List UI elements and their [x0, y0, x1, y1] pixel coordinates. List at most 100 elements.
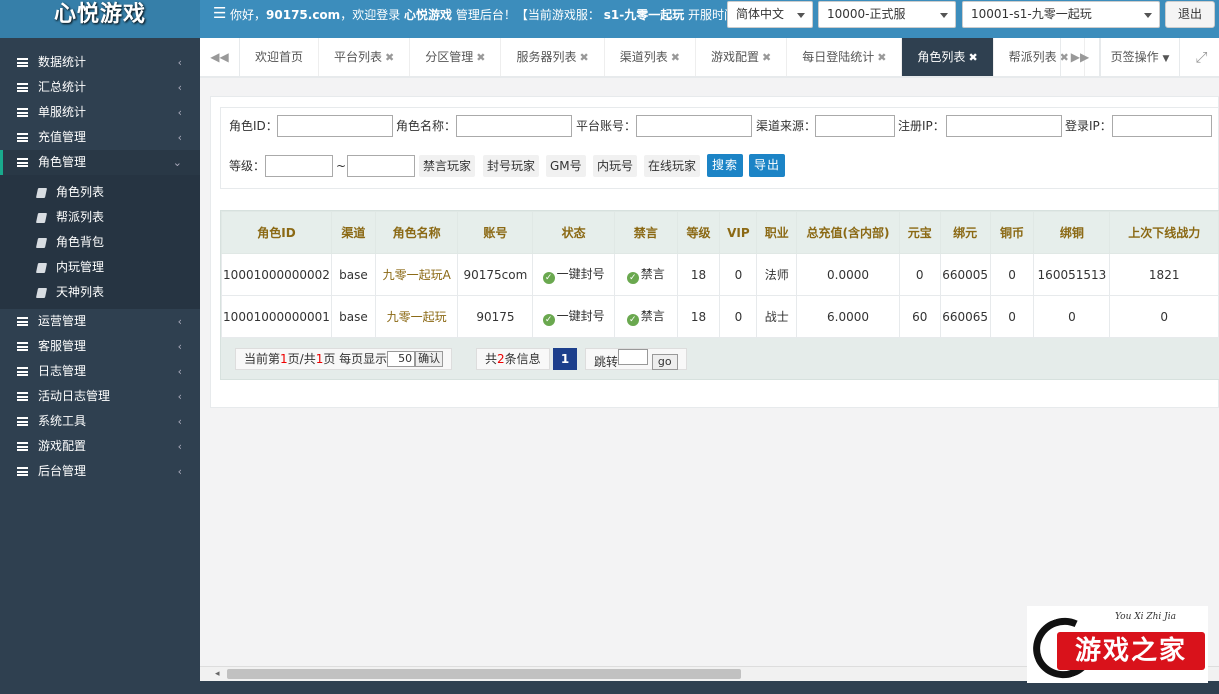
ban-action[interactable]: ✓ 一键封号	[542, 267, 605, 284]
sidebar-item-logs[interactable]: 日志管理 ‹	[0, 359, 200, 384]
close-icon[interactable]: ✖	[671, 51, 680, 64]
page-button-current[interactable]: 1	[553, 348, 577, 370]
tabs-scroll-left-icon[interactable]: ◀◀	[200, 38, 240, 76]
logout-button[interactable]: 退出	[1165, 1, 1215, 28]
banned-players-button[interactable]: 封号玩家	[483, 155, 540, 177]
ban-action[interactable]: ✓ 一键封号	[542, 309, 605, 326]
sidebar-subitem-guild-list[interactable]: 帮派列表	[0, 205, 200, 230]
close-icon[interactable]: ✖	[476, 51, 485, 64]
online-players-button[interactable]: 在线玩家	[644, 155, 701, 177]
sidebar-item-role-management[interactable]: 角色管理 ⌄	[0, 150, 200, 175]
app-logo: 心悦游戏	[0, 0, 200, 38]
check-circle-icon: ✓	[626, 272, 639, 284]
tab-role-list[interactable]: 角色列表 ✖	[902, 38, 994, 76]
sidebar-subitem-role-bag[interactable]: 角色背包	[0, 230, 200, 255]
internal-accounts-button[interactable]: 内玩号	[593, 155, 638, 177]
scroll-left-arrow-icon[interactable]: ◂	[215, 667, 220, 681]
tab-welcome[interactable]: 欢迎首页	[240, 38, 320, 76]
cell-class: 战士	[756, 295, 798, 338]
sidebar-item-game-config[interactable]: 游戏配置 ‹	[0, 434, 200, 459]
export-button[interactable]: 导出	[749, 154, 786, 177]
sidebar-item-recharge[interactable]: 充值管理 ‹	[0, 125, 200, 150]
chevron-left-icon: ‹	[177, 315, 182, 328]
menu-icon	[17, 417, 28, 426]
gm-accounts-button[interactable]: GM号	[546, 155, 586, 177]
per-page-input[interactable]: 50	[387, 351, 416, 367]
tab-server-list[interactable]: 服务器列表 ✖	[501, 38, 605, 76]
sidebar-item-data-stats[interactable]: 数据统计 ‹	[0, 50, 200, 75]
close-icon[interactable]: ✖	[580, 51, 589, 64]
register-ip-input[interactable]	[946, 115, 1062, 137]
cell-total-recharge: 6.0000	[796, 295, 900, 338]
tab-game-config[interactable]: 游戏配置 ✖	[696, 38, 788, 76]
table-row: 10001000000001 base 九零一起玩 90175 ✓ 一键封号 ✓ 禁…	[221, 295, 1219, 338]
role-table: 角色ID 渠道 角色名称 账号 状态 禁言 等级 VIP 职业 总充值(含内部)…	[221, 211, 1219, 338]
sidebar-item-admin[interactable]: 后台管理 ‹	[0, 459, 200, 484]
sidebar-item-activity-logs[interactable]: 活动日志管理 ‹	[0, 384, 200, 409]
level-max-input[interactable]	[347, 155, 415, 177]
tab-operations-dropdown[interactable]: 页签操作 ▼	[1100, 38, 1180, 76]
tab-channel-list[interactable]: 渠道列表 ✖	[605, 38, 696, 76]
close-icon[interactable]: ✖	[877, 51, 886, 64]
muted-players-button[interactable]: 禁言玩家	[419, 155, 476, 177]
chevron-left-icon: ‹	[177, 106, 182, 119]
tabs-scroll-right-icon[interactable]: ▶▶	[1060, 38, 1100, 76]
cell-last-power: 1821	[1109, 253, 1219, 296]
page-jump-input[interactable]	[618, 349, 649, 365]
sidebar-subitem-role-list[interactable]: 角色列表	[0, 180, 200, 205]
caret-down-icon	[1144, 13, 1152, 18]
fullscreen-icon[interactable]: ⤢	[1184, 38, 1219, 76]
mute-action[interactable]: ✓ 禁言	[626, 309, 665, 326]
cell-role-name[interactable]: 九零一起玩A	[374, 253, 459, 296]
language-select[interactable]: 简体中文	[727, 1, 813, 28]
cell-role-name[interactable]: 九零一起玩	[374, 295, 459, 338]
check-circle-icon: ✓	[542, 314, 555, 326]
check-circle-icon: ✓	[542, 272, 555, 284]
role-id-input[interactable]	[277, 115, 393, 137]
cell-bound-gold: 660005	[939, 253, 991, 296]
menu-icon	[17, 342, 28, 351]
menu-icon	[17, 58, 28, 67]
col-header-account: 账号	[457, 211, 534, 254]
go-button[interactable]: go	[651, 354, 678, 370]
range-separator: ~	[336, 159, 347, 173]
level-min-input[interactable]	[265, 155, 333, 177]
sidebar-subitem-internal-players[interactable]: 内玩管理	[0, 255, 200, 280]
col-header-bound-gold: 绑元	[939, 211, 991, 254]
close-icon[interactable]: ✖	[968, 51, 977, 64]
sidebar-item-operations[interactable]: 运营管理 ‹	[0, 309, 200, 334]
close-icon[interactable]: ✖	[762, 51, 771, 64]
col-header-channel: 渠道	[330, 211, 376, 254]
menu-toggle-icon[interactable]: ☰	[213, 4, 226, 22]
per-page-confirm-button[interactable]: 确认	[415, 351, 444, 367]
platform-account-input[interactable]	[636, 115, 752, 137]
cell-total-recharge: 0.0000	[796, 253, 900, 296]
tab-zone-management[interactable]: 分区管理 ✖	[410, 38, 502, 76]
server-select[interactable]: 10001-s1-九零一起玩	[962, 1, 1160, 28]
login-ip-input[interactable]	[1112, 115, 1212, 137]
pagination: 当前第1页/共1页 每页显示 50 确认 共2条信息 1 跳转 go	[221, 338, 1219, 380]
close-icon[interactable]: ✖	[385, 51, 394, 64]
sidebar-subitem-deity-list[interactable]: 天神列表	[0, 280, 200, 305]
mute-action[interactable]: ✓ 禁言	[626, 267, 665, 284]
col-header-copper: 铜币	[989, 211, 1035, 254]
server-group-select[interactable]: 10000-正式服	[818, 1, 956, 28]
search-button[interactable]: 搜索	[707, 154, 744, 177]
col-header-class: 职业	[756, 211, 798, 254]
cell-class: 法师	[756, 253, 798, 296]
col-header-level: 等级	[676, 211, 721, 254]
col-header-gold: 元宝	[898, 211, 941, 254]
book-icon	[35, 238, 48, 248]
tab-daily-login-stats[interactable]: 每日登陆统计 ✖	[787, 38, 903, 76]
role-name-input[interactable]	[456, 115, 572, 137]
sidebar-item-customer-service[interactable]: 客服管理 ‹	[0, 334, 200, 359]
sidebar-item-system-tools[interactable]: 系统工具 ‹	[0, 409, 200, 434]
sidebar-item-server-stats[interactable]: 单服统计 ‹	[0, 100, 200, 125]
sidebar-item-summary-stats[interactable]: 汇总统计 ‹	[0, 75, 200, 100]
menu-icon	[17, 108, 28, 117]
welcome-message: 你好，90175.com，欢迎登录 心悦游戏 管理后台！【当前游戏服： s1-九…	[230, 8, 730, 22]
channel-input[interactable]	[815, 115, 895, 137]
top-navbar: 心悦游戏 ☰ 你好，90175.com，欢迎登录 心悦游戏 管理后台！【当前游戏…	[0, 0, 1219, 38]
scrollbar-thumb[interactable]	[227, 669, 741, 679]
tab-platform-list[interactable]: 平台列表 ✖	[319, 38, 411, 76]
